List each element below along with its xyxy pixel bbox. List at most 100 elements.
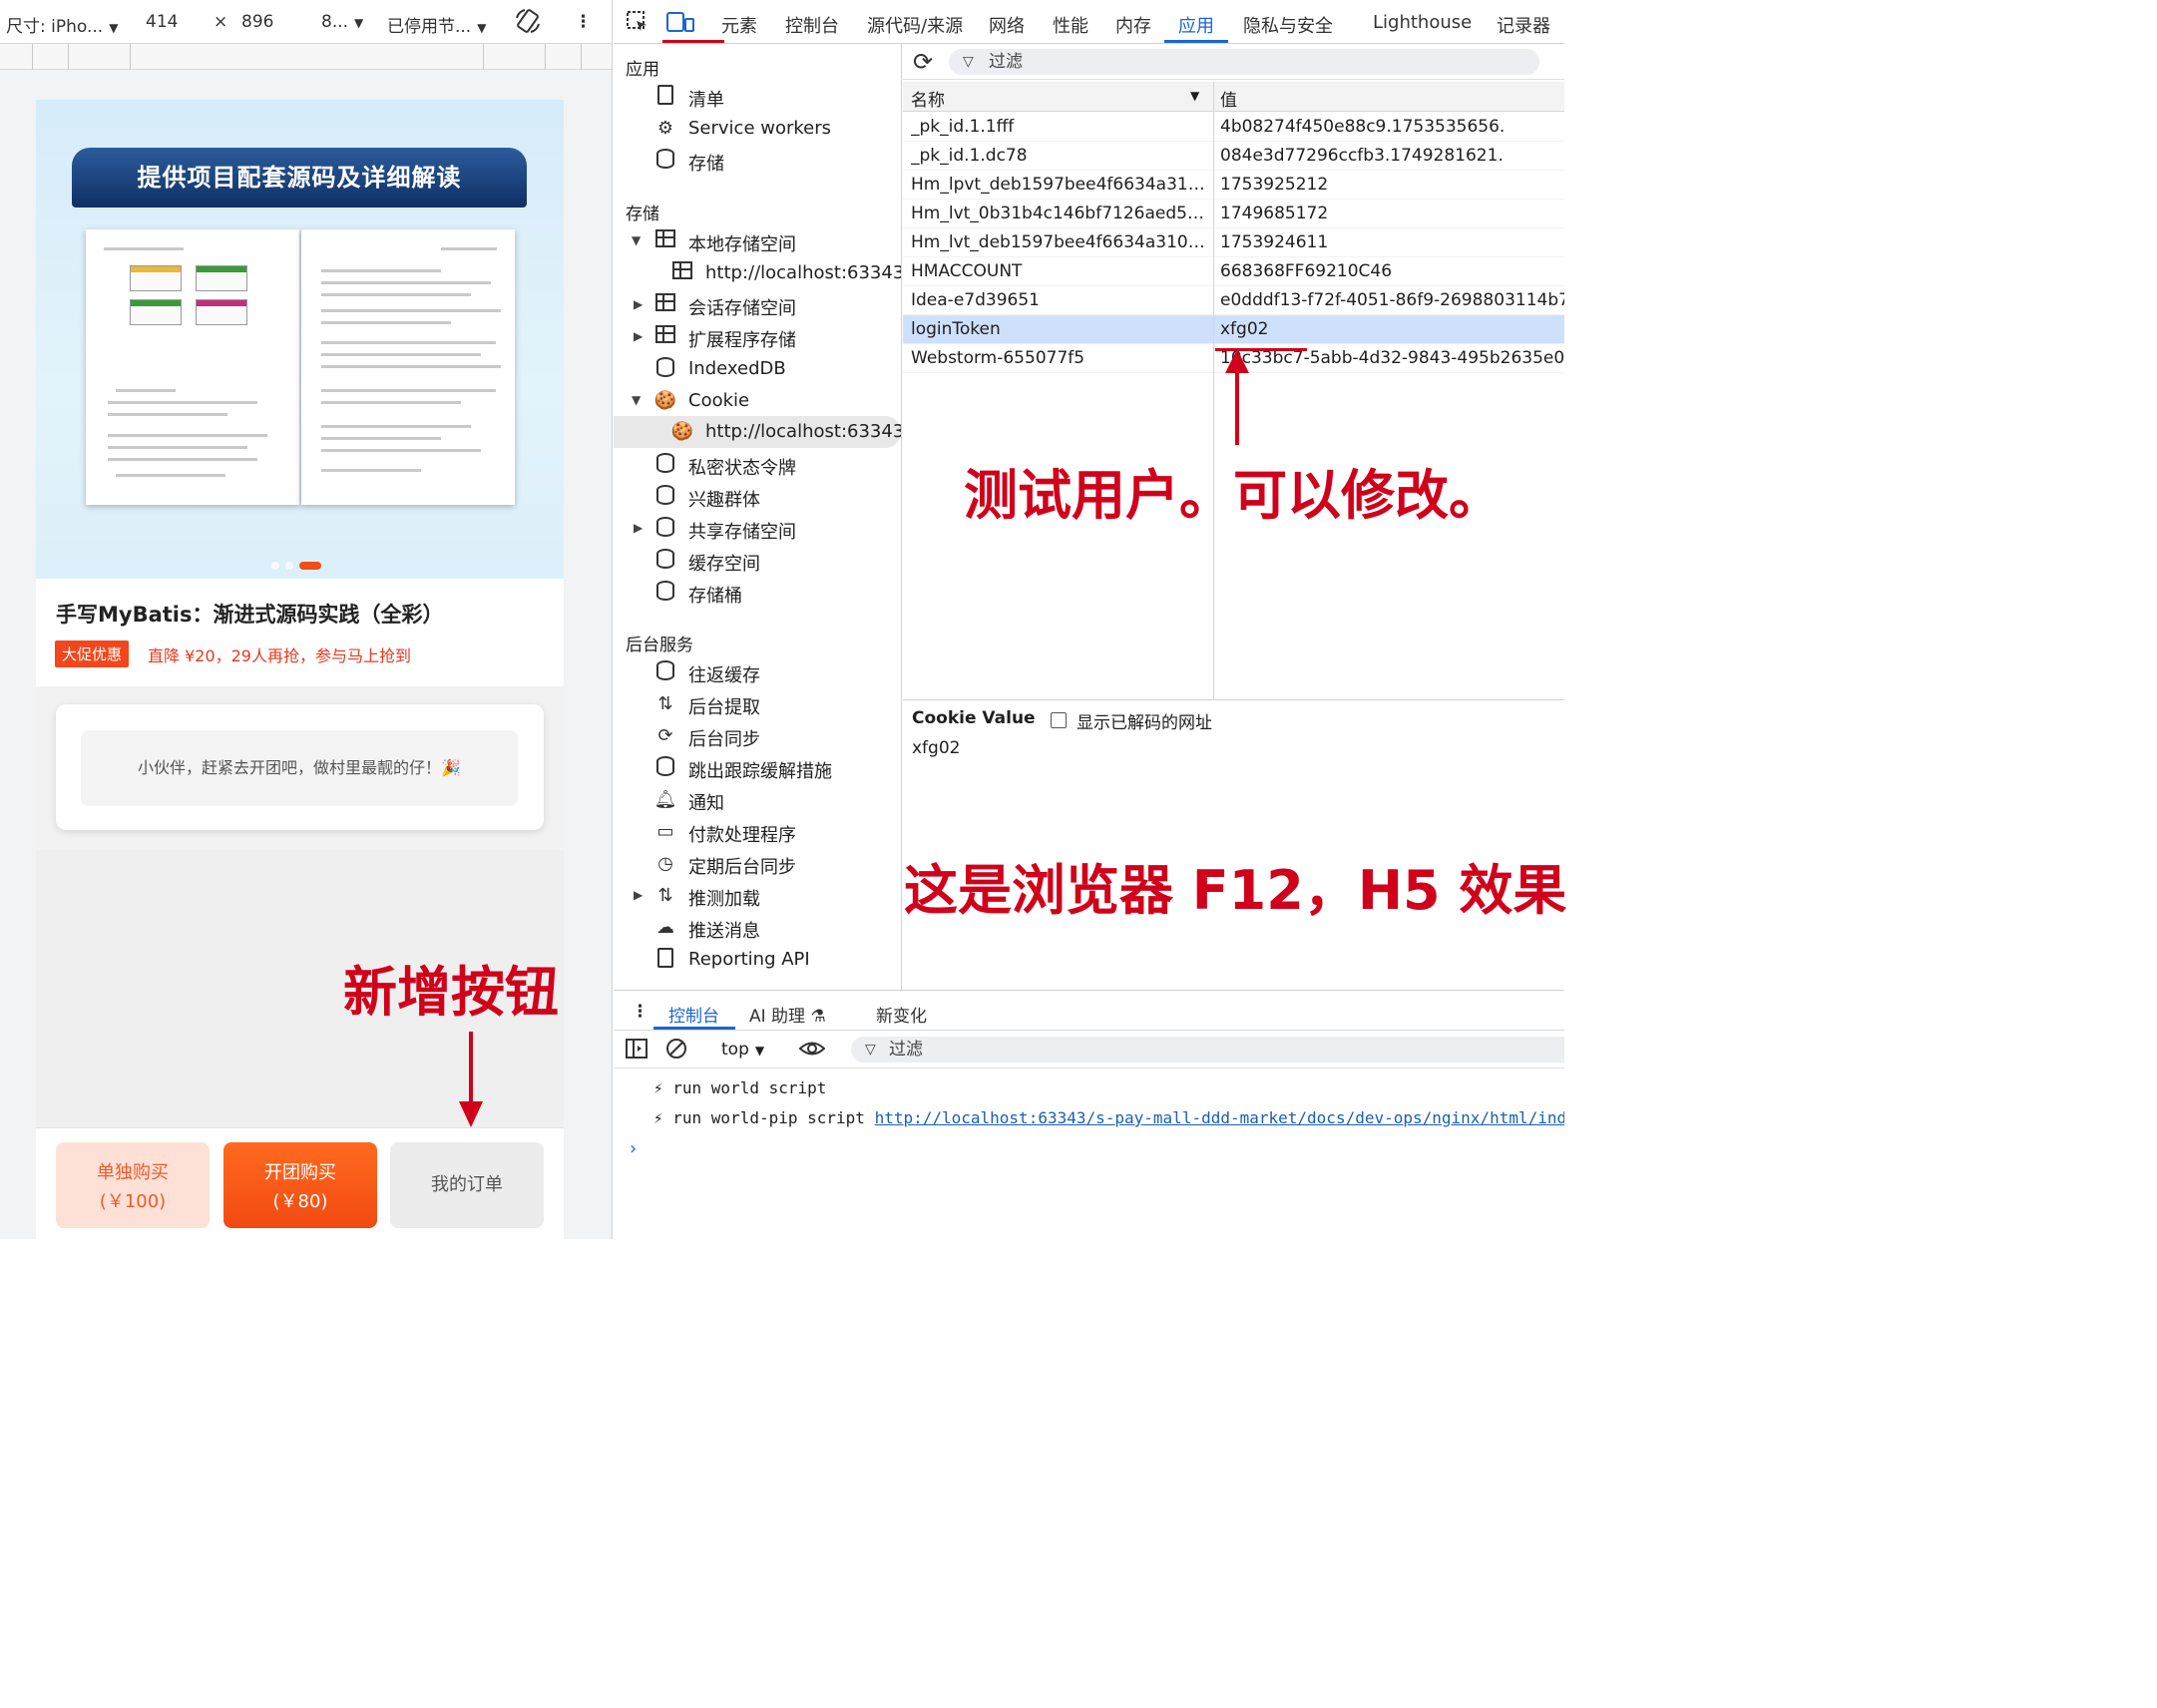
sidebar-item-push-messaging[interactable]: ☁ 推送消息 bbox=[614, 912, 901, 944]
eye-icon[interactable] bbox=[798, 1038, 826, 1065]
chevron-down-icon: ▼ bbox=[754, 1044, 765, 1058]
my-orders-button[interactable]: 我的订单 bbox=[390, 1142, 544, 1228]
sidebar-item-session-storage[interactable]: ▶ 会话存储空间 bbox=[614, 289, 901, 321]
chevron-right-icon[interactable]: ▶ bbox=[634, 521, 643, 535]
table-row[interactable]: Hm_lvt_deb1597bee4f6634a3102... 175392461… bbox=[903, 228, 1564, 257]
sidebar-item-local-storage-origin[interactable]: http://localhost:63343 bbox=[614, 257, 901, 289]
sort-desc-icon[interactable]: ▼ bbox=[1190, 89, 1199, 103]
sidebar-item-label: 后台提取 bbox=[688, 697, 760, 718]
throttle-select[interactable]: 已停用节... ▼ bbox=[387, 12, 486, 37]
sidebar-item-extension-storage[interactable]: ▶ 扩展程序存储 bbox=[614, 321, 901, 353]
tab-memory[interactable]: 内存 bbox=[1115, 12, 1151, 38]
sidebar-item-reporting-api[interactable]: Reporting API bbox=[614, 944, 901, 976]
table-row[interactable]: Hm_lpvt_deb1597bee4f6634a310... 175392521… bbox=[903, 171, 1564, 200]
table-row[interactable]: _pk_id.1.1fff 4b08274f450e88c9.1753535656… bbox=[903, 113, 1564, 142]
sidebar-toggle-icon[interactable] bbox=[626, 1038, 647, 1065]
sidebar-item-background-sync[interactable]: ⟳ 后台同步 bbox=[614, 720, 901, 752]
sidebar-item-speculative-loads[interactable]: ▶ ⇅ 推测加载 bbox=[614, 880, 901, 912]
tab-network[interactable]: 网络 bbox=[989, 12, 1025, 38]
promo-badge: 大促优惠 bbox=[55, 640, 130, 667]
application-sidebar: 应用 清单 ⚙ Service workers 存储 存储 ▼ 本地存储空间 h… bbox=[614, 44, 902, 990]
drawer-menu-icon[interactable]: ⋮ bbox=[632, 1002, 648, 1022]
chevron-right-icon[interactable]: ▶ bbox=[634, 888, 643, 902]
context-select[interactable]: top ▼ bbox=[721, 1040, 764, 1060]
carousel-dot-active[interactable] bbox=[299, 561, 321, 570]
cookie-filter-input[interactable]: ▽ 过滤 bbox=[949, 49, 1539, 75]
devtools-tab-bar: 元素 控制台 源代码/来源 网络 性能 内存 应用 隐私与安全 Lighthou… bbox=[614, 0, 1564, 44]
table-row[interactable]: Idea-e7d39651 e0dddf13-f72f-4051-86f9-269… bbox=[903, 286, 1564, 315]
drawer-tab-changes[interactable]: 新变化 bbox=[876, 1002, 927, 1027]
device-select[interactable]: 尺寸: iPho... ▼ bbox=[6, 12, 118, 37]
device-toggle-icon[interactable] bbox=[666, 10, 694, 39]
zoom-select[interactable]: 8... ▼ bbox=[321, 12, 363, 32]
chevron-down-icon: ▼ bbox=[477, 21, 487, 35]
sidebar-item-manifest[interactable]: 清单 bbox=[614, 81, 901, 113]
tab-recorder[interactable]: 记录器 bbox=[1497, 12, 1550, 38]
buy-single-label: 单独购买 bbox=[97, 1162, 169, 1183]
drawer-tab-ai-assistant[interactable]: AI 助理 ⚗ bbox=[749, 1002, 826, 1027]
cookie-value-text: xfg02 bbox=[912, 738, 961, 758]
sidebar-item-background-fetch[interactable]: ⇅ 后台提取 bbox=[614, 688, 901, 720]
console-filter-placeholder: 过滤 bbox=[889, 1040, 923, 1060]
sidebar-item-notifications[interactable]: 🔔︎ 通知 bbox=[614, 784, 901, 816]
tab-sources[interactable]: 源代码/来源 bbox=[867, 12, 963, 38]
console-line: ⚡ run world-pip script http://localhost:… bbox=[653, 1108, 1564, 1127]
table-row[interactable]: Hm_lvt_0b31b4c146bf7126aed50... 174968517… bbox=[903, 200, 1564, 228]
carousel-dot[interactable] bbox=[271, 561, 279, 570]
rotate-icon[interactable] bbox=[513, 6, 543, 41]
cookie-name-cell: Hm_lvt_deb1597bee4f6634a3102... bbox=[911, 232, 1208, 252]
sidebar-item-interest-groups[interactable]: 兴趣群体 bbox=[614, 481, 901, 513]
column-divider[interactable] bbox=[1213, 82, 1214, 700]
tab-lighthouse[interactable]: Lighthouse bbox=[1373, 12, 1472, 33]
sidebar-item-local-storage[interactable]: ▼ 本地存储空间 bbox=[614, 225, 901, 257]
console-source-link[interactable]: http://localhost:63343/s-pay-mall-ddd-ma… bbox=[875, 1108, 1564, 1127]
table-row[interactable]: HMACCOUNT 668368FF69210C46 bbox=[903, 257, 1564, 286]
start-group-price: (￥80) bbox=[272, 1191, 328, 1212]
drawer-tab-console[interactable]: 控制台 bbox=[668, 1002, 719, 1027]
sidebar-item-bounce-tracking[interactable]: 跳出跟踪缓解措施 bbox=[614, 752, 901, 784]
database-icon bbox=[653, 149, 677, 173]
inspect-element-icon[interactable] bbox=[626, 10, 649, 39]
sidebar-item-private-state-tokens[interactable]: 私密状态令牌 bbox=[614, 449, 901, 481]
start-group-button[interactable]: 开团购买 (￥80) bbox=[223, 1142, 377, 1228]
tab-performance[interactable]: 性能 bbox=[1053, 12, 1088, 38]
refresh-icon[interactable]: ⟳ bbox=[913, 48, 933, 76]
more-options-icon[interactable]: ⋮ bbox=[575, 12, 592, 32]
tab-elements[interactable]: 元素 bbox=[721, 12, 757, 38]
tab-privacy-security[interactable]: 隐私与安全 bbox=[1243, 12, 1333, 38]
tab-console[interactable]: 控制台 bbox=[785, 12, 839, 38]
column-name-header[interactable]: 名称 bbox=[911, 86, 945, 111]
show-decoded-checkbox[interactable] bbox=[1051, 712, 1067, 728]
sidebar-item-storage[interactable]: 存储 bbox=[614, 145, 901, 177]
chevron-right-icon[interactable]: ▶ bbox=[634, 297, 643, 311]
carousel-dots[interactable] bbox=[271, 555, 327, 574]
book-page-left bbox=[86, 229, 299, 505]
sidebar-item-cache-storage[interactable]: 缓存空间 bbox=[614, 545, 901, 577]
sidebar-item-storage-buckets[interactable]: 存储桶 bbox=[614, 577, 901, 609]
height-input[interactable]: 896 bbox=[241, 12, 273, 32]
hero-carousel[interactable]: 提供项目配套源码及详细解读 bbox=[36, 100, 564, 579]
carousel-dot[interactable] bbox=[285, 561, 293, 570]
sidebar-item-cookie[interactable]: ▼ 🍪 Cookie bbox=[614, 385, 901, 417]
sidebar-item-service-workers[interactable]: ⚙ Service workers bbox=[614, 113, 901, 145]
clear-console-icon[interactable] bbox=[665, 1038, 687, 1065]
width-input[interactable]: 414 bbox=[146, 12, 178, 32]
chevron-right-icon[interactable]: ▶ bbox=[634, 329, 643, 343]
cookie-value-cell: xfg02 bbox=[1220, 319, 1269, 339]
chevron-down-icon[interactable]: ▼ bbox=[632, 393, 641, 407]
chevron-down-icon[interactable]: ▼ bbox=[632, 233, 641, 247]
table-row[interactable]: _pk_id.1.dc78 084e3d77296ccfb3.1749281621… bbox=[903, 142, 1564, 171]
buy-single-button[interactable]: 单独购买 (￥100) bbox=[56, 1142, 210, 1228]
sidebar-item-periodic-sync[interactable]: ◷ 定期后台同步 bbox=[614, 848, 901, 880]
sidebar-item-bfcache[interactable]: 往返缓存 bbox=[614, 656, 901, 688]
sidebar-item-cookie-origin[interactable]: 🍪 http://localhost:63343 bbox=[614, 416, 901, 448]
column-value-header[interactable]: 值 bbox=[1220, 86, 1237, 111]
sidebar-item-indexeddb[interactable]: IndexedDB bbox=[614, 353, 901, 385]
sidebar-item-shared-storage[interactable]: ▶ 共享存储空间 bbox=[614, 513, 901, 545]
table-row[interactable]: loginToken xfg02 bbox=[903, 315, 1564, 344]
sidebar-item-payment-handler[interactable]: ▭ 付款处理程序 bbox=[614, 816, 901, 848]
show-decoded-label[interactable]: 显示已解码的网址 bbox=[1077, 708, 1212, 733]
tab-application[interactable]: 应用 bbox=[1178, 12, 1214, 38]
console-prompt-icon[interactable]: › bbox=[630, 1138, 637, 1159]
console-filter-input[interactable]: ▽ 过滤 bbox=[851, 1037, 1564, 1063]
